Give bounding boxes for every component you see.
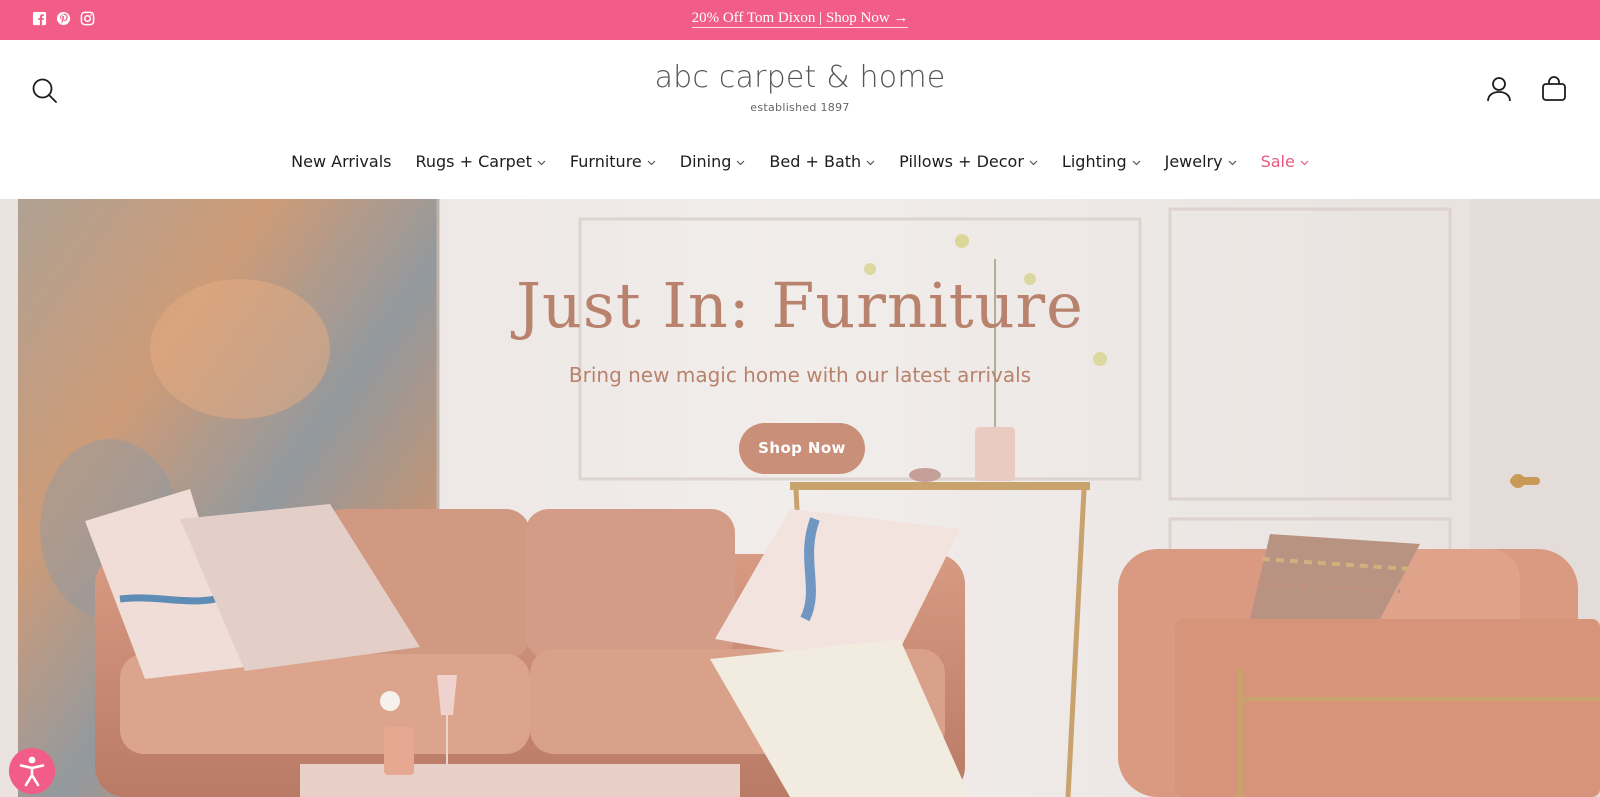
nav-item-label: Pillows + Decor [899, 152, 1024, 171]
nav-item-lighting[interactable]: Lighting [1050, 152, 1153, 171]
nav-item-pillows-decor[interactable]: Pillows + Decor [887, 152, 1050, 171]
promo-link[interactable]: 20% Off Tom Dixon | Shop Now → [691, 10, 909, 28]
hero-title: Just In: Furniture [516, 269, 1084, 342]
logo-tagline: established 1897 [750, 101, 850, 114]
chevron-down-icon [537, 160, 546, 165]
accessibility-icon[interactable] [9, 748, 55, 794]
shop-now-button[interactable]: Shop Now [739, 423, 865, 474]
nav-item-label: Dining [679, 152, 732, 171]
nav-item-dining[interactable]: Dining [668, 152, 758, 171]
hero-subtitle: Bring new magic home with our latest arr… [568, 363, 1032, 387]
nav-item-label: Bed + Bath [769, 152, 862, 171]
site-logo[interactable]: abc carpet & home established 1897 [0, 60, 1600, 114]
nav-item-label: Sale [1260, 152, 1295, 171]
main-navigation: New Arrivals Rugs + Carpet Furniture Dining… [0, 152, 1600, 171]
announcement-bar: 20% Off Tom Dixon | Shop Now → [0, 0, 1600, 40]
chevron-down-icon [1029, 160, 1038, 165]
nav-item-label: Rugs + Carpet [415, 152, 532, 171]
account-icon[interactable] [1485, 75, 1513, 103]
site-header: abc carpet & home established 1897 New A… [0, 40, 1600, 199]
nav-item-rugs-carpet[interactable]: Rugs + Carpet [403, 152, 557, 171]
nav-item-label: New Arrivals [291, 152, 392, 171]
chevron-down-icon [1132, 160, 1141, 165]
nav-item-new-arrivals[interactable]: New Arrivals [279, 152, 403, 171]
nav-item-label: Lighting [1061, 152, 1127, 171]
cart-icon[interactable] [1540, 75, 1568, 103]
nav-item-jewelry[interactable]: Jewelry [1153, 152, 1249, 171]
nav-item-label: Jewelry [1164, 152, 1223, 171]
nav-item-sale[interactable]: Sale [1249, 152, 1321, 171]
nav-item-furniture[interactable]: Furniture [558, 152, 668, 171]
nav-item-bed-bath[interactable]: Bed + Bath [757, 152, 887, 171]
chevron-down-icon [647, 160, 656, 165]
logo-text: abc carpet & home [654, 60, 946, 95]
nav-item-label: Furniture [569, 152, 642, 171]
chevron-down-icon [1300, 160, 1309, 165]
hero-banner: Just In: Furniture Bring new magic home … [0, 199, 1600, 797]
chevron-down-icon [866, 160, 875, 165]
chevron-down-icon [736, 160, 745, 165]
chevron-down-icon [1228, 160, 1237, 165]
announcement-link: 20% Off Tom Dixon | Shop Now → [0, 10, 1600, 28]
